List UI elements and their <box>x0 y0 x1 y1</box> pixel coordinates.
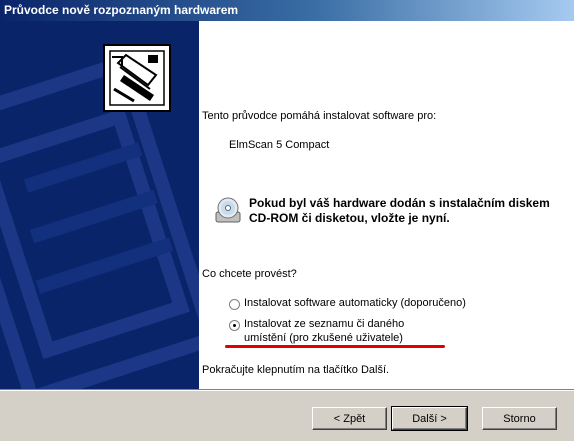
red-annotation-underline <box>225 345 445 348</box>
hardware-card-icon <box>103 44 171 112</box>
cancel-button[interactable]: Storno <box>482 407 557 430</box>
banner-graphic <box>0 44 199 389</box>
continue-hint: Pokračujte klepnutím na tlačítko Další. <box>202 364 390 376</box>
cd-rom-icon <box>215 197 241 223</box>
option-automatic-label[interactable]: Instalovat software automaticky (doporuč… <box>244 297 466 309</box>
option-list-label-line2[interactable]: umístění (pro zkušené uživatele) <box>244 332 403 344</box>
wizard-content: Tento průvodce pomáhá instalovat softwar… <box>199 21 574 389</box>
radio-automatic[interactable] <box>229 299 240 310</box>
wizard-side-banner <box>0 21 199 389</box>
radio-from-list[interactable] <box>229 320 240 331</box>
back-button[interactable]: < Zpět <box>312 407 387 430</box>
window-title-bar[interactable]: Průvodce nově rozpoznaným hardwarem <box>0 0 574 21</box>
cd-message: Pokud byl váš hardware dodán s instalačn… <box>249 196 550 225</box>
question-label: Co chcete provést? <box>202 268 297 280</box>
next-button[interactable]: Další > <box>391 406 468 431</box>
device-name: ElmScan 5 Compact <box>229 139 330 151</box>
option-list-label-line1[interactable]: Instalovat ze seznamu či daného <box>244 318 404 330</box>
wizard-footer: < Zpět Další > Storno <box>0 391 574 441</box>
window-title: Průvodce nově rozpoznaným hardwarem <box>4 3 239 17</box>
intro-text: Tento průvodce pomáhá instalovat softwar… <box>202 110 437 122</box>
